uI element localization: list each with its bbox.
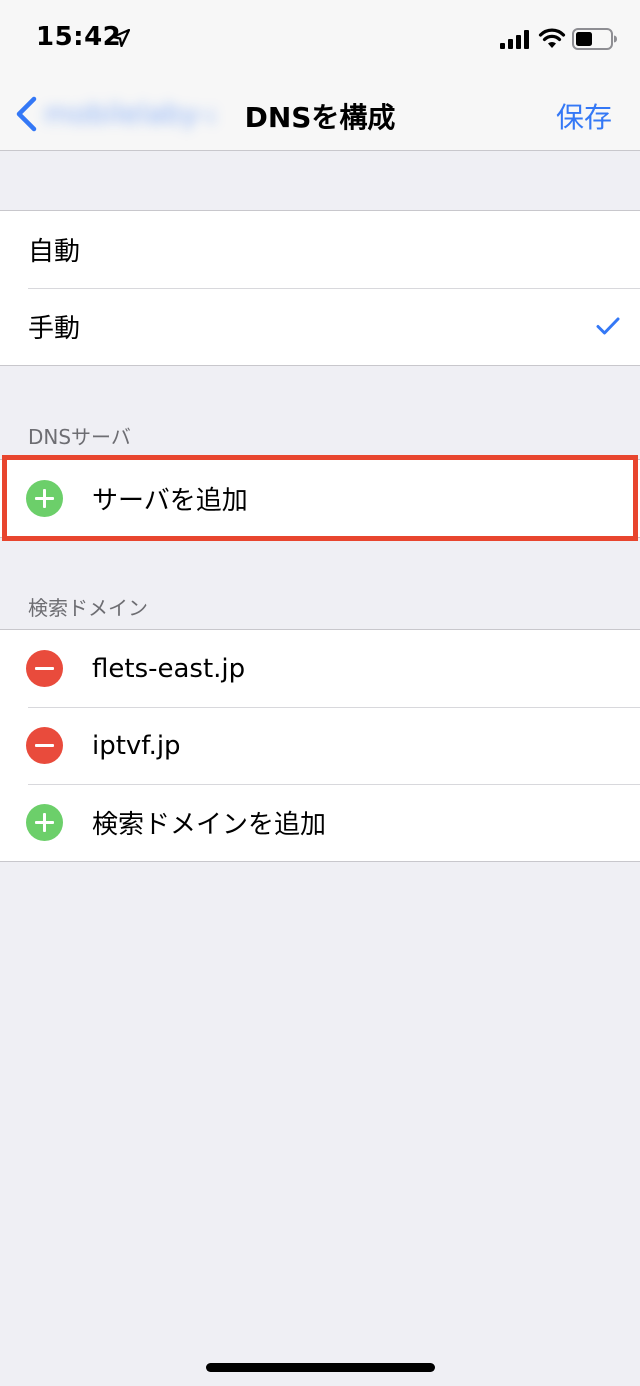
navigation-bar: mobilelaby-a DNSを構成 保存 — [0, 80, 640, 151]
wifi-icon — [538, 28, 566, 48]
home-indicator[interactable] — [206, 1363, 435, 1372]
remove-domain-icon[interactable] — [26, 650, 63, 687]
add-server-label: サーバを追加 — [92, 486, 248, 516]
remove-domain-icon[interactable] — [26, 727, 63, 764]
dns-mode-group: 自動 手動 — [0, 210, 640, 366]
save-button[interactable]: 保存 — [556, 96, 612, 136]
search-domains-header: 検索ドメイン — [28, 596, 148, 620]
search-domain-row[interactable]: iptvf.jp — [0, 707, 640, 784]
battery-icon — [572, 28, 617, 50]
dns-mode-manual-label: 手動 — [28, 314, 81, 344]
dns-servers-group: サーバを追加 — [0, 459, 640, 538]
dns-mode-manual-row[interactable]: 手動 — [0, 288, 640, 365]
cellular-signal-icon — [500, 30, 529, 49]
dns-mode-auto-row[interactable]: 自動 — [0, 211, 640, 288]
dns-settings-screen: 15:42 mobilelaby-a DNSを構成 保存 自動 手動 DNSサー… — [0, 0, 640, 1386]
search-domains-group: flets-east.jp iptvf.jp 検索ドメインを追加 — [0, 629, 640, 862]
status-bar: 15:42 — [0, 0, 640, 80]
status-time: 15:42 — [36, 22, 122, 52]
search-domain-row[interactable]: flets-east.jp — [0, 630, 640, 707]
add-domain-icon[interactable] — [26, 804, 63, 841]
search-domain-label: iptvf.jp — [92, 730, 181, 761]
back-chevron-icon[interactable] — [14, 96, 38, 132]
dns-mode-auto-label: 自動 — [28, 237, 81, 267]
back-button-label[interactable]: mobilelaby-a — [44, 97, 214, 131]
add-search-domain-row[interactable]: 検索ドメインを追加 — [0, 784, 640, 861]
page-title: DNSを構成 — [244, 101, 396, 134]
add-search-domain-label: 検索ドメインを追加 — [92, 810, 327, 840]
location-arrow-icon — [112, 29, 130, 47]
dns-servers-header: DNSサーバ — [28, 425, 131, 449]
add-server-row[interactable]: サーバを追加 — [0, 460, 640, 537]
add-server-icon[interactable] — [26, 480, 63, 517]
checkmark-icon — [596, 317, 620, 335]
search-domain-label: flets-east.jp — [92, 653, 246, 684]
